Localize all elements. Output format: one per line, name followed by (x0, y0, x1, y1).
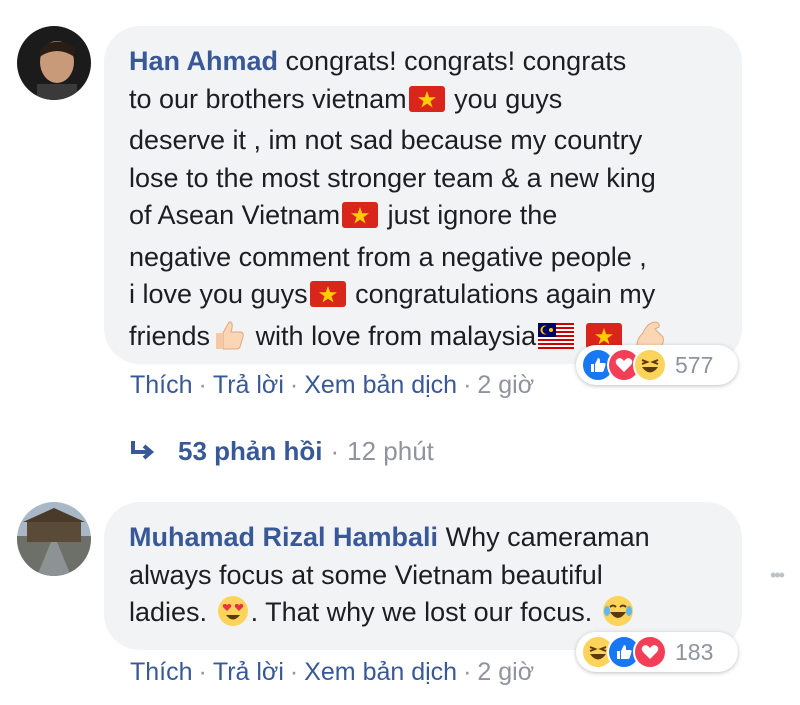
heart-eyes-emoji-icon (217, 595, 249, 638)
more-options-icon[interactable]: ••• (770, 565, 785, 586)
translate-link[interactable]: Xem bản dịch (304, 371, 457, 399)
vietnam-flag-icon (342, 201, 379, 239)
comment-timestamp[interactable]: 2 giờ (477, 371, 534, 399)
comment-timestamp[interactable]: 2 giờ (477, 658, 534, 686)
comment-author[interactable]: Muhamad Rizal Hambali (129, 522, 438, 552)
replies-timestamp: 12 phút (347, 436, 434, 466)
reply-link[interactable]: Trả lời (213, 371, 284, 399)
reaction-count: 183 (675, 638, 714, 665)
malaysia-flag-icon (538, 322, 575, 360)
love-reaction-icon (633, 635, 667, 669)
reaction-summary[interactable]: 183 (576, 632, 738, 672)
reply-link[interactable]: Trả lời (213, 658, 284, 686)
reaction-summary[interactable]: 577 (576, 345, 738, 385)
reply-arrow-icon (128, 437, 156, 473)
haha-reaction-icon (633, 348, 667, 382)
vietnam-flag-icon (309, 280, 346, 318)
vietnam-flag-icon (408, 85, 445, 123)
thumbs-up-emoji-icon (212, 319, 246, 362)
comment-bubble: Muhamad Rizal Hambali Why cameraman alwa… (104, 502, 742, 650)
comment-bubble: Han Ahmad congrats! congrats! congrats t… (104, 26, 742, 364)
view-replies-link[interactable]: 53 phản hồi · 12 phút (128, 433, 434, 473)
avatar[interactable] (17, 502, 91, 576)
like-link[interactable]: Thích (130, 371, 193, 399)
comment-author[interactable]: Han Ahmad (129, 46, 278, 76)
avatar[interactable] (17, 26, 91, 100)
replies-count[interactable]: 53 phản hồi (178, 436, 322, 466)
comment-actions: Thích · Trả lời · Xem bản dịch · 2 giờ (130, 658, 535, 686)
comment-text: Muhamad Rizal Hambali Why cameraman alwa… (129, 519, 718, 638)
translate-link[interactable]: Xem bản dịch (304, 658, 457, 686)
reaction-count: 577 (675, 351, 714, 378)
comment-text: Han Ahmad congrats! congrats! congrats t… (129, 43, 718, 361)
like-link[interactable]: Thích (130, 658, 193, 686)
comment-actions: Thích · Trả lời · Xem bản dịch · 2 giờ (130, 371, 535, 399)
